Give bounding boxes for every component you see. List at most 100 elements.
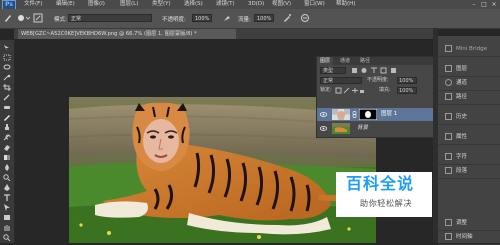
- layer-opacity-value: 100%: [399, 78, 414, 84]
- layer-name[interactable]: 背景: [357, 125, 368, 132]
- pressure-opacity-icon[interactable]: [222, 13, 232, 23]
- layer-filter-icons[interactable]: [351, 67, 411, 74]
- watermark-subtitle: 助你轻松解决: [359, 198, 413, 208]
- dock-item-label: 时间轴: [456, 234, 473, 240]
- paragraph-icon: [445, 167, 452, 174]
- hand-tool-icon[interactable]: [3, 224, 11, 231]
- quick-select-tool-icon[interactable]: [3, 74, 11, 81]
- tools-panel: [0, 40, 15, 243]
- minimize-icon[interactable]: –: [470, 1, 478, 8]
- layer-row[interactable]: 背景: [317, 122, 434, 135]
- path-selection-tool-icon[interactable]: [3, 204, 11, 211]
- layer-row[interactable]: 图层 1: [317, 108, 434, 121]
- options-bar: 模式: 正常 不透明度: 100% 流量: 100%: [0, 9, 500, 29]
- mode-select[interactable]: 正常: [68, 14, 152, 22]
- zoom-tool-icon[interactable]: [3, 234, 11, 241]
- shape-tool-icon[interactable]: [3, 214, 11, 221]
- menu-file[interactable]: 文件(F): [24, 0, 42, 9]
- mini-bridge-icon: [445, 45, 452, 52]
- blur-tool-icon[interactable]: [3, 164, 11, 171]
- dock-item-character[interactable]: 字符: [438, 150, 500, 165]
- layer-thumbnail[interactable]: [332, 123, 350, 134]
- brush-tool-icon[interactable]: [3, 13, 13, 23]
- dock-item-paragraph[interactable]: 段落: [438, 164, 500, 179]
- brush-tool-icon[interactable]: [3, 114, 11, 121]
- layer-opacity-input[interactable]: 100%: [397, 77, 417, 84]
- menu-edit[interactable]: 编辑(E): [56, 0, 75, 9]
- menu-image[interactable]: 图像(I): [88, 0, 105, 9]
- dock-item-layers[interactable]: 图层: [438, 62, 500, 77]
- layer-kind-filter[interactable]: 类型: [320, 67, 346, 74]
- dock-item-adjustments[interactable]: 调整: [438, 216, 500, 231]
- history-brush-tool-icon[interactable]: [3, 134, 11, 141]
- menu-layer[interactable]: 图层(L): [120, 0, 138, 9]
- brush-panel-icon[interactable]: [33, 13, 43, 23]
- eyedropper-tool-icon[interactable]: [3, 94, 11, 101]
- flow-label: 流量:: [238, 17, 251, 23]
- link-icon[interactable]: [352, 111, 357, 118]
- marquee-tool-icon[interactable]: [3, 54, 11, 61]
- pen-tool-icon[interactable]: [3, 184, 11, 191]
- dock-item-label: Mini Bridge: [456, 46, 487, 52]
- dock-item-label: 调整: [456, 220, 468, 226]
- layer-fill-input[interactable]: 100%: [397, 87, 417, 94]
- menu-select[interactable]: 选择(S): [184, 0, 203, 9]
- airbrush-icon[interactable]: [282, 13, 292, 23]
- dock-item-label: 通道: [456, 80, 468, 86]
- menu-window[interactable]: 窗口(W): [304, 0, 325, 9]
- adjustments-icon: [445, 219, 452, 226]
- layer-blend-mode-select[interactable]: 正常: [320, 77, 362, 84]
- mode-value: 正常: [71, 16, 82, 22]
- opacity-input[interactable]: 100%: [192, 14, 212, 22]
- dock-item-mini-bridge[interactable]: Mini Bridge: [438, 42, 500, 57]
- tab-layers[interactable]: 图层: [317, 57, 334, 65]
- eye-icon[interactable]: [320, 111, 327, 118]
- menu-3d[interactable]: 3D(D): [248, 0, 264, 9]
- paths-icon: [445, 93, 452, 100]
- dodge-tool-icon[interactable]: [3, 174, 11, 181]
- dock-item-label: 历史: [456, 114, 468, 120]
- tab-channels[interactable]: 通道: [337, 57, 353, 65]
- dock-item-properties[interactable]: 属性: [438, 130, 500, 145]
- menu-type[interactable]: 类型(Y): [152, 0, 171, 9]
- dock-item-paths[interactable]: 路径: [438, 90, 500, 105]
- dock-item-label: 属性: [456, 134, 468, 140]
- dock-item-label: 图层: [456, 66, 468, 72]
- history-icon: [445, 113, 452, 120]
- brush-preset-icon[interactable]: [16, 13, 30, 23]
- flow-input[interactable]: 100%: [254, 14, 274, 22]
- opacity-value: 100%: [195, 16, 210, 22]
- menu-filter[interactable]: 滤镜(T): [216, 0, 235, 9]
- layers-panel: 图层 通道 路径 类型 正常 不透明度: 100% 锁定: 填充: 100% 图…: [316, 56, 435, 138]
- type-tool-icon[interactable]: [3, 194, 11, 201]
- dock-item-label: 字符: [456, 154, 468, 160]
- menu-help[interactable]: 帮助(H): [336, 0, 355, 9]
- dock-item-channels[interactable]: 通道: [438, 76, 500, 91]
- clone-stamp-tool-icon[interactable]: [3, 124, 11, 131]
- layer-thumbnail[interactable]: [332, 109, 350, 120]
- layer-opacity-label: 不透明度:: [367, 77, 389, 83]
- move-tool-icon[interactable]: [3, 44, 11, 51]
- flow-value: 100%: [257, 16, 272, 22]
- pressure-size-icon[interactable]: [300, 13, 310, 23]
- eraser-tool-icon[interactable]: [3, 144, 11, 151]
- crop-tool-icon[interactable]: [3, 84, 11, 91]
- menu-view[interactable]: 视图(V): [272, 0, 291, 9]
- layer-mask-thumbnail[interactable]: [359, 109, 377, 120]
- lock-label: 锁定:: [320, 87, 332, 93]
- layer-name[interactable]: 图层 1: [381, 111, 397, 118]
- eye-icon[interactable]: [320, 125, 327, 132]
- document-tab[interactable]: WEB[GZC~A52C0KE]VEKBHD6W.png @ 66.7% (图层…: [18, 29, 236, 39]
- lock-options-icons[interactable]: [335, 87, 365, 94]
- document-tab-title: WEB[GZC~A52C0KE]VEKBHD6W.png @ 66.7% (图层…: [21, 31, 197, 37]
- dock-item-history[interactable]: 历史: [438, 110, 500, 125]
- dock-item-label: 路径: [456, 94, 468, 100]
- menu-bar: Ps 文件(F) 编辑(E) 图像(I) 图层(L) 类型(Y) 选择(S) 滤…: [0, 0, 500, 10]
- tab-paths[interactable]: 路径: [357, 57, 373, 65]
- gradient-tool-icon[interactable]: [3, 154, 11, 161]
- maximize-icon[interactable]: □: [480, 1, 488, 8]
- close-icon[interactable]: ×: [490, 1, 498, 8]
- healing-brush-tool-icon[interactable]: [3, 104, 11, 111]
- lasso-tool-icon[interactable]: [3, 64, 11, 71]
- character-icon: [445, 153, 452, 160]
